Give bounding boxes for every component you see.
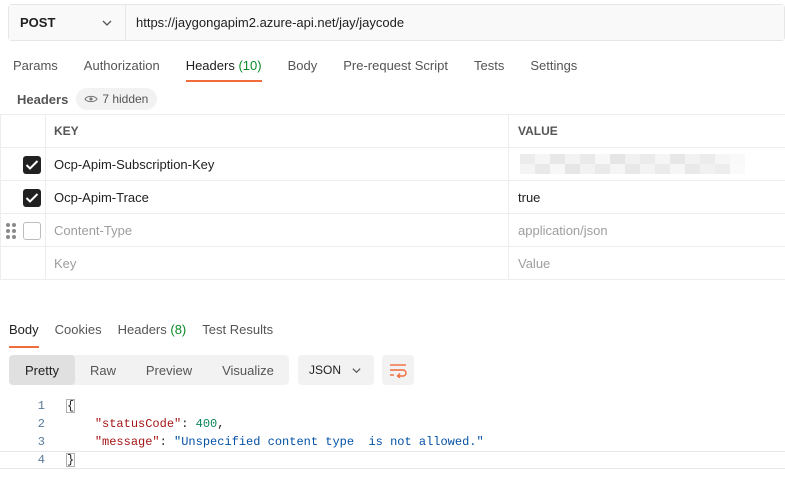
drag-handle-icon[interactable]: [6, 223, 16, 239]
request-url-bar: POST https://jaygongapim2.azure-api.net/…: [8, 4, 785, 41]
code-text: "statusCode": 400,: [94, 417, 225, 431]
tab-count: (10): [238, 58, 262, 73]
open-brace: {: [66, 399, 76, 413]
table-header-row: KEY VALUE: [0, 114, 785, 148]
headers-subheader: Headers 7 hidden: [17, 87, 158, 111]
tab-label: Headers: [185, 58, 235, 73]
line-number: 3: [37, 435, 45, 449]
code-line-current: 4 }: [0, 451, 785, 469]
hidden-headers-toggle[interactable]: 7 hidden: [76, 88, 158, 110]
code-line: 2 "statusCode": 400,: [0, 415, 785, 433]
tab-response-headers[interactable]: Headers (8): [110, 322, 195, 348]
new-key-input[interactable]: Key: [46, 247, 509, 279]
tab-label: Headers: [117, 322, 167, 337]
table-row: Ocp-Apim-Trace true: [0, 181, 785, 214]
visualize-button[interactable]: Visualize: [207, 355, 289, 385]
json-key: "statusCode": [94, 417, 182, 431]
headers-table: KEY VALUE Ocp-Apim-Subscription-Key Ocp-…: [0, 114, 785, 280]
json-number: 400: [195, 417, 218, 431]
chevron-down-icon: [352, 367, 361, 373]
request-tabs: Params Authorization Headers (10) Body P…: [0, 52, 590, 82]
wrap-lines-button[interactable]: [382, 355, 414, 385]
key-column-header: KEY: [46, 115, 509, 147]
response-body-editor[interactable]: 1 { 2 "statusCode": 400, 3 "message": "U…: [0, 397, 785, 469]
tab-test-results[interactable]: Test Results: [194, 322, 281, 348]
json-string: "Unspecified content type is not allowed…: [174, 435, 484, 449]
line-number: 4: [37, 453, 45, 467]
headers-title: Headers: [17, 91, 69, 107]
close-brace: }: [66, 453, 76, 467]
table-row: Ocp-Apim-Subscription-Key: [0, 148, 785, 181]
tab-label: Test Results: [202, 322, 274, 337]
header-enabled-checkbox[interactable]: [23, 222, 41, 240]
tab-body[interactable]: Body: [275, 52, 331, 82]
chevron-down-icon: [102, 20, 112, 26]
header-key-input[interactable]: Content-Type: [46, 214, 509, 246]
tab-label: Body: [287, 58, 318, 73]
tab-params[interactable]: Params: [0, 52, 71, 82]
header-value-input[interactable]: true: [509, 181, 785, 213]
checkbox-cell: [0, 148, 46, 180]
tab-label: Cookies: [54, 322, 102, 337]
new-value-input[interactable]: Value: [509, 247, 785, 279]
code-text: "message": "Unspecified content type is …: [94, 435, 484, 449]
url-input[interactable]: https://jaygongapim2.azure-api.net/jay/j…: [126, 5, 784, 40]
tab-cookies[interactable]: Cookies: [47, 322, 110, 348]
wrap-lines-icon: [390, 364, 407, 378]
hidden-count-label: 7 hidden: [102, 92, 149, 106]
code-text: }: [66, 453, 76, 467]
checkbox-cell: [0, 214, 46, 246]
tab-authorization[interactable]: Authorization: [71, 52, 173, 82]
checkbox-cell: [0, 181, 46, 213]
value-column-header: VALUE: [518, 124, 558, 138]
raw-button[interactable]: Raw: [75, 355, 131, 385]
redacted-value-blur: [520, 148, 745, 180]
checkbox-cell: [0, 247, 46, 279]
tab-headers[interactable]: Headers (10): [173, 52, 275, 82]
tab-label: Pre-request Script: [343, 58, 448, 73]
tab-tests[interactable]: Tests: [461, 52, 517, 82]
header-value-input[interactable]: application/json: [509, 214, 785, 246]
json-key: "message": [94, 435, 160, 449]
code-text: {: [66, 399, 76, 413]
header-enabled-checkbox[interactable]: [23, 156, 41, 174]
line-number: 1: [37, 399, 45, 413]
pretty-button[interactable]: Pretty: [9, 355, 75, 385]
tab-label: Params: [13, 58, 58, 73]
code-line: 1 {: [0, 397, 785, 415]
format-toggle-group: Pretty Raw Preview Visualize: [9, 355, 289, 385]
method-dropdown[interactable]: POST: [9, 5, 126, 40]
eye-icon: [84, 95, 98, 103]
tab-settings[interactable]: Settings: [517, 52, 590, 82]
tab-response-body[interactable]: Body: [0, 322, 47, 348]
code-line: 3 "message": "Unspecified content type i…: [0, 433, 785, 451]
checkmark-icon: [25, 160, 39, 170]
tab-label: Tests: [473, 58, 505, 73]
tab-pre-request-script[interactable]: Pre-request Script: [330, 52, 461, 82]
header-key-input[interactable]: Ocp-Apim-Subscription-Key: [46, 148, 509, 180]
tab-count: (8): [170, 322, 187, 337]
method-label: POST: [20, 15, 56, 30]
checkmark-icon: [25, 193, 39, 203]
tab-label: Body: [9, 322, 39, 337]
table-row: Content-Type application/json: [0, 214, 785, 247]
line-number: 2: [37, 417, 45, 431]
preview-button[interactable]: Preview: [131, 355, 207, 385]
header-enabled-checkbox[interactable]: [23, 189, 41, 207]
checkbox-column-header: [0, 115, 46, 147]
header-key-input[interactable]: Ocp-Apim-Trace: [46, 181, 509, 213]
tab-label: Settings: [530, 58, 578, 73]
language-dropdown[interactable]: JSON: [298, 355, 374, 385]
response-tabs: Body Cookies Headers (8) Test Results: [0, 322, 281, 348]
tab-label: Authorization: [83, 58, 160, 73]
table-row-new: Key Value: [0, 247, 785, 280]
language-label: JSON: [309, 363, 342, 377]
